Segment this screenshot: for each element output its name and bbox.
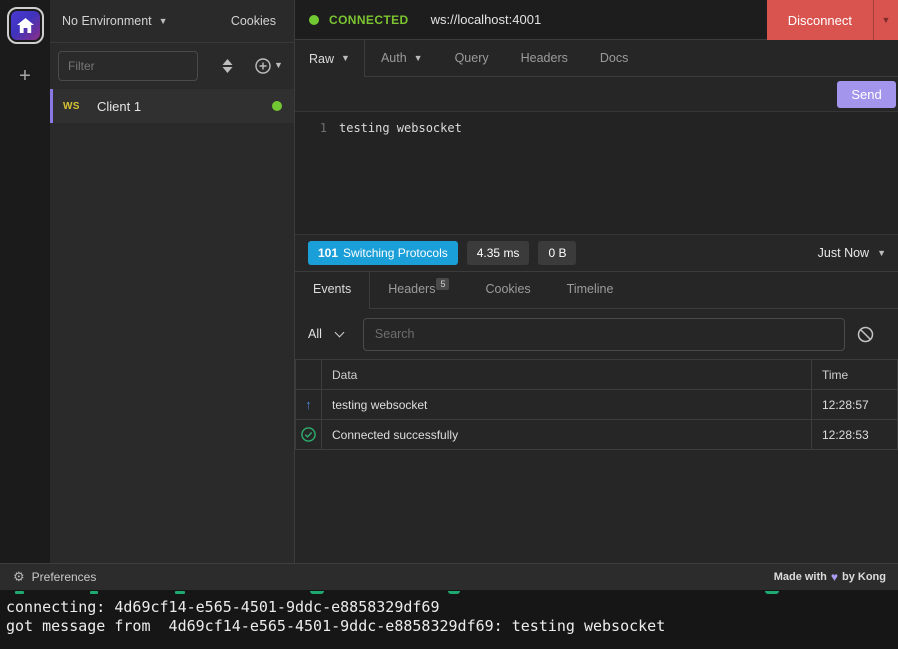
chevron-down-icon: ▼ [877, 249, 886, 258]
connected-dot-icon [272, 101, 282, 111]
workspace: + No Environment ▼ Cookies [0, 0, 898, 563]
terminal-output: connecting: 4d69cf14-e565-4501-9ddc-e885… [0, 590, 898, 649]
client-name: Client 1 [97, 99, 272, 114]
message-text: testing websocket [339, 121, 462, 234]
sidebar-filter-row: ▼ [50, 43, 294, 88]
sidebar-item-client-1[interactable]: WS Client 1 [50, 89, 294, 123]
sort-arrows-icon [222, 59, 233, 73]
status-reason: Switching Protocols [343, 246, 448, 260]
made-with-kong: Made with ♥ by Kong [774, 570, 886, 584]
plus-circle-icon [255, 58, 271, 74]
sort-button[interactable] [212, 51, 242, 81]
chevron-down-icon: ▼ [414, 54, 423, 63]
event-type-select[interactable]: All [308, 327, 343, 341]
message-editor[interactable]: 1 testing websocket [295, 112, 898, 234]
check-circle-icon [301, 427, 316, 442]
send-button[interactable]: Send [837, 81, 896, 108]
response-history-dropdown[interactable]: Just Now ▼ [818, 246, 886, 260]
events-table: Data Time ↑ testing websocket 12:28:57 [295, 359, 898, 450]
disconnect-split-button: Disconnect ▼ [767, 0, 898, 40]
left-rail: + [0, 0, 50, 563]
icon-column-header [296, 360, 322, 390]
tab-events[interactable]: Events [295, 272, 370, 309]
event-time-cell: 12:28:53 [812, 420, 898, 450]
tab-raw[interactable]: Raw ▼ [295, 40, 365, 77]
tab-query[interactable]: Query [439, 40, 505, 77]
gear-icon: ⚙ [13, 569, 25, 585]
headers-count-badge: 5 [436, 278, 449, 290]
tab-response-cookies[interactable]: Cookies [467, 272, 548, 309]
app-footer: ⚙ Preferences Made with ♥ by Kong [0, 563, 898, 590]
add-project-button[interactable]: + [19, 66, 31, 86]
heart-icon: ♥ [831, 570, 838, 584]
environment-label: No Environment [62, 14, 152, 28]
status-code: 101 [318, 246, 338, 260]
preferences-button[interactable]: ⚙ Preferences [13, 569, 96, 585]
response-tabs: Events Headers 5 Cookies Timeline [295, 271, 898, 309]
create-request-button[interactable]: ▼ [254, 51, 284, 81]
tabs-filler [644, 40, 898, 77]
events-table-header: Data Time [296, 360, 898, 390]
chevron-down-icon: ▼ [274, 61, 283, 70]
status-code-badge: 101 Switching Protocols [308, 241, 458, 265]
home-icon [11, 11, 40, 40]
connection-status: CONNECTED [309, 13, 409, 27]
data-column-header: Data [322, 360, 812, 390]
clipped-terminal-line [0, 590, 898, 595]
response-size-badge: 0 B [538, 241, 576, 265]
tab-headers[interactable]: Headers [505, 40, 584, 77]
empty-response-area [295, 450, 898, 563]
cookies-button[interactable]: Cookies [231, 14, 276, 28]
main-pane: CONNECTED ws://localhost:4001 Disconnect… [295, 0, 898, 563]
response-status-bar: 101 Switching Protocols 4.35 ms 0 B Just … [295, 234, 898, 271]
event-data-cell: testing websocket [322, 390, 812, 420]
events-search-input[interactable] [363, 318, 845, 351]
tab-response-headers[interactable]: Headers 5 [370, 272, 467, 309]
table-row[interactable]: ↑ testing websocket 12:28:57 [296, 390, 898, 420]
ban-icon [857, 326, 874, 343]
events-filter-row: All [295, 309, 898, 359]
terminal-line: got message from 4d69cf14-e565-4501-9ddc… [6, 617, 898, 636]
home-button[interactable] [7, 7, 44, 44]
tab-timeline[interactable]: Timeline [549, 272, 632, 309]
insomnia-app-window: + No Environment ▼ Cookies [0, 0, 898, 649]
sidebar: No Environment ▼ Cookies [50, 0, 295, 563]
connection-bar: CONNECTED ws://localhost:4001 Disconnect… [295, 0, 898, 40]
terminal-line: connecting: 4d69cf14-e565-4501-9ddc-e885… [6, 598, 898, 617]
disconnect-button[interactable]: Disconnect [767, 0, 873, 40]
status-dot-icon [309, 15, 319, 25]
tabs-filler [631, 272, 898, 309]
event-time-cell: 12:28:57 [812, 390, 898, 420]
line-number: 1 [295, 121, 339, 234]
websocket-method-tag: WS [63, 101, 97, 112]
tab-docs[interactable]: Docs [584, 40, 644, 77]
table-row[interactable]: Connected successfully 12:28:53 [296, 420, 898, 450]
sent-message-arrow-up-icon: ↑ [305, 397, 312, 412]
chevron-down-icon: ▼ [159, 17, 168, 26]
chevron-down-icon: ▼ [341, 54, 350, 63]
send-row: Send [295, 77, 898, 112]
request-tabs: Raw ▼ Auth ▼ Query Headers Docs [295, 40, 898, 77]
environment-selector[interactable]: No Environment ▼ [62, 14, 168, 28]
websocket-url: ws://localhost:4001 [431, 12, 542, 27]
sidebar-filter-input[interactable] [58, 51, 198, 81]
event-data-cell: Connected successfully [322, 420, 812, 450]
chevron-down-icon [334, 327, 344, 337]
response-time-badge: 4.35 ms [467, 241, 530, 265]
connection-status-label: CONNECTED [329, 13, 409, 27]
disconnect-dropdown-button[interactable]: ▼ [873, 0, 898, 40]
time-column-header: Time [812, 360, 898, 390]
tab-auth[interactable]: Auth ▼ [365, 40, 439, 77]
sidebar-header: No Environment ▼ Cookies [50, 0, 294, 43]
clear-events-button[interactable] [845, 326, 885, 343]
